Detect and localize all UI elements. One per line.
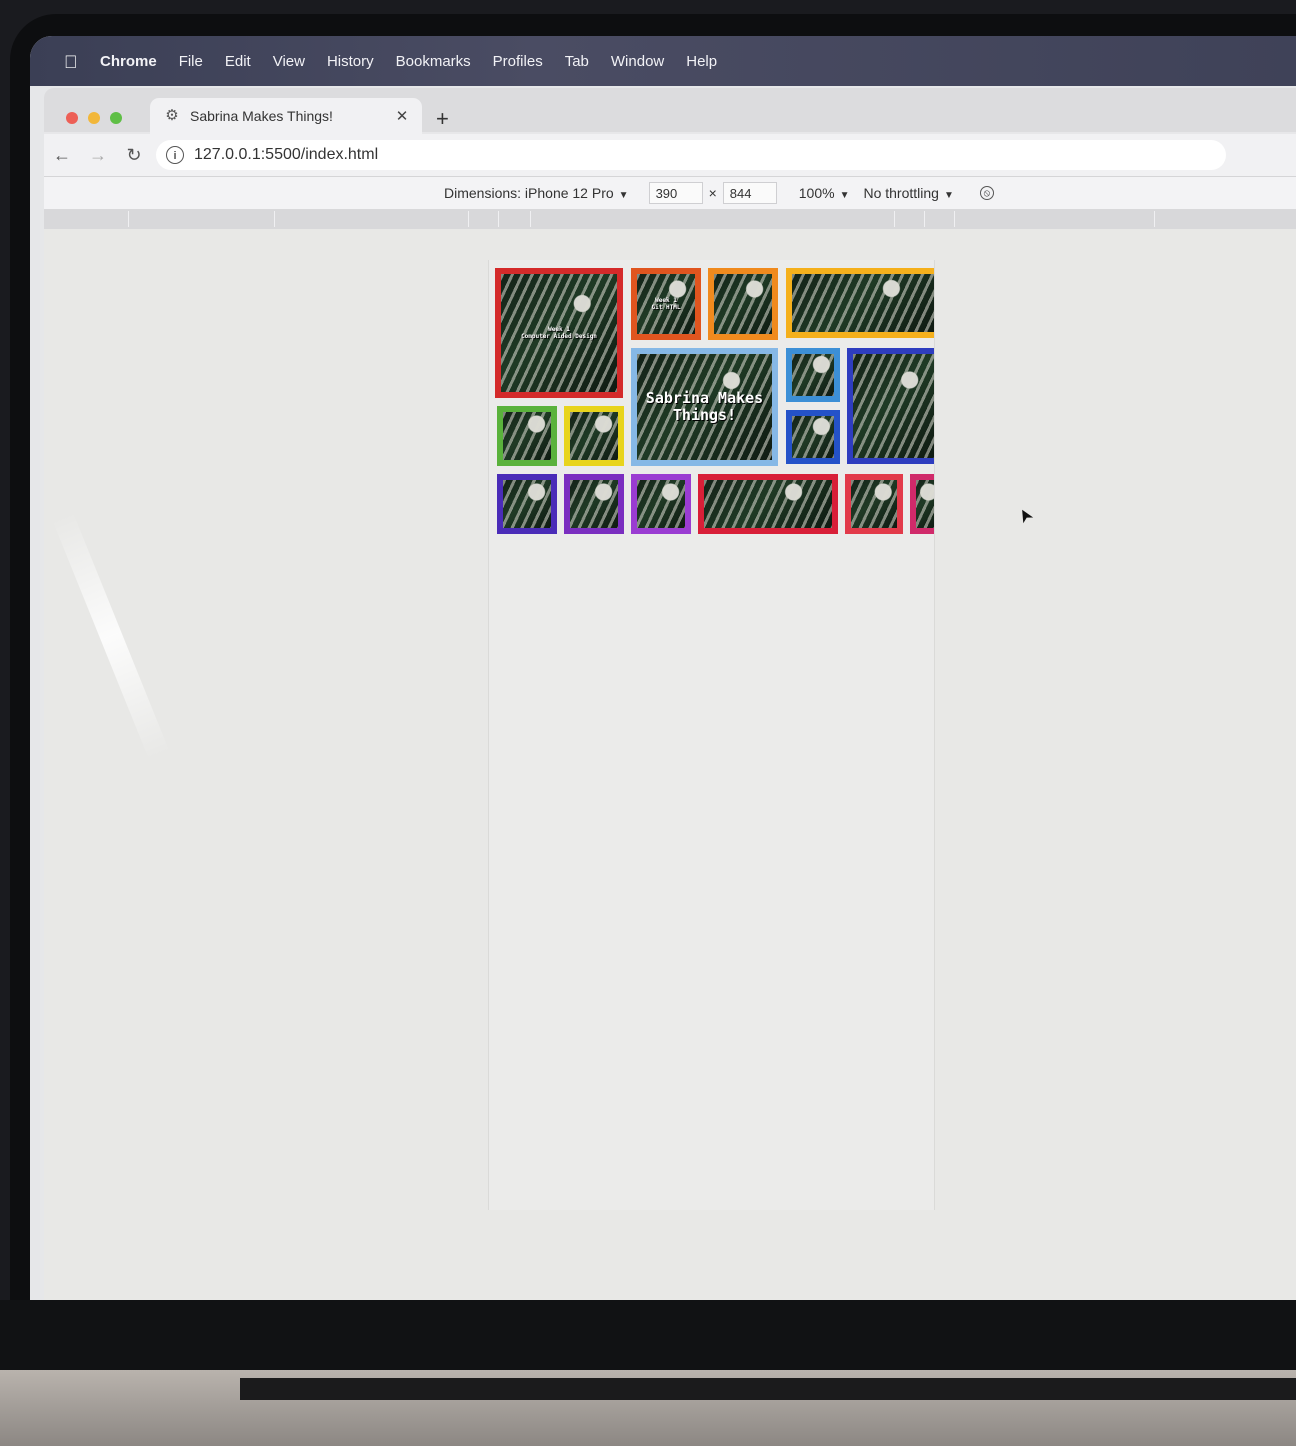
- url-text: 127.0.0.1:5500/index.html: [194, 146, 379, 163]
- screen:  Chrome File Edit View History Bookmark…: [30, 36, 1296, 1306]
- tile-label: Week 1 Git HTML: [651, 297, 681, 311]
- menu-window[interactable]: Window: [611, 53, 664, 70]
- device-viewport-area: Week 1 Computer Aided Design Week 1 Git …: [44, 229, 1296, 1306]
- zoom-select[interactable]: 100% ▼: [799, 185, 850, 201]
- site-title: Sabrina Makes Things!: [645, 389, 764, 424]
- menu-help[interactable]: Help: [686, 53, 717, 70]
- project-tile[interactable]: [698, 474, 838, 534]
- media-query-bar[interactable]: [44, 209, 1296, 229]
- media-query-segment[interactable]: [274, 211, 275, 227]
- project-tile[interactable]: [708, 268, 778, 340]
- project-tile[interactable]: [564, 406, 624, 466]
- caret-down-icon: ▼: [618, 190, 629, 201]
- browser-window: ⚙ Sabrina Makes Things! ✕ + ← → ↻ i 127.…: [44, 88, 1296, 1306]
- media-query-segment[interactable]: [530, 211, 531, 227]
- media-query-segment[interactable]: [1154, 211, 1155, 227]
- tab-title: Sabrina Makes Things!: [190, 108, 333, 124]
- apple-icon[interactable]: : [64, 52, 82, 72]
- caret-down-icon: ▼: [943, 190, 954, 201]
- forward-button[interactable]: →: [80, 145, 116, 166]
- project-tile[interactable]: [497, 474, 557, 534]
- emulated-device-page: Week 1 Computer Aided Design Week 1 Git …: [488, 260, 935, 1210]
- minimize-window-button[interactable]: [88, 112, 100, 124]
- project-tile[interactable]: Week 1 Git HTML: [631, 268, 701, 340]
- times-separator: ×: [708, 185, 717, 201]
- project-tile[interactable]: [910, 474, 934, 534]
- close-window-button[interactable]: [66, 112, 78, 124]
- media-query-segment[interactable]: [954, 211, 955, 227]
- media-query-segment[interactable]: [128, 211, 129, 227]
- close-tab-icon[interactable]: ✕: [392, 107, 412, 125]
- caret-down-icon: ▼: [839, 190, 850, 201]
- project-tile[interactable]: [786, 410, 840, 464]
- project-tile[interactable]: Week 1 Computer Aided Design: [495, 268, 623, 398]
- menu-chrome[interactable]: Chrome: [100, 53, 157, 70]
- project-tile[interactable]: [631, 474, 691, 534]
- menu-history[interactable]: History: [327, 53, 374, 70]
- tab-active[interactable]: ⚙ Sabrina Makes Things! ✕: [150, 98, 422, 134]
- project-tile[interactable]: [847, 348, 934, 464]
- project-tile[interactable]: [786, 268, 934, 338]
- media-query-segment[interactable]: [924, 211, 925, 227]
- tile-label: Week 1 Computer Aided Design: [521, 326, 597, 340]
- rotate-icon[interactable]: ⦸: [979, 186, 994, 200]
- project-tile[interactable]: [845, 474, 903, 534]
- project-tile[interactable]: [497, 406, 557, 466]
- project-tile[interactable]: [564, 474, 624, 534]
- menu-profiles[interactable]: Profiles: [493, 53, 543, 70]
- width-input[interactable]: 390: [648, 182, 703, 204]
- height-input[interactable]: 844: [722, 182, 777, 204]
- back-button[interactable]: ←: [44, 145, 80, 166]
- menu-tab[interactable]: Tab: [565, 53, 589, 70]
- media-query-segment[interactable]: [468, 211, 469, 227]
- info-icon[interactable]: i: [166, 146, 184, 164]
- laptop-hinge: [240, 1378, 1296, 1400]
- project-tile[interactable]: [786, 348, 840, 402]
- throttling-select[interactable]: No throttling ▼: [863, 185, 953, 201]
- gear-icon: ⚙: [165, 107, 179, 124]
- browser-toolbar: ← → ↻ i 127.0.0.1:5500/index.html: [44, 134, 1296, 176]
- project-tile-title[interactable]: Sabrina Makes Things!: [631, 348, 778, 466]
- zoom-window-button[interactable]: [110, 112, 122, 124]
- zoom-label: 100%: [798, 185, 835, 201]
- throttling-label: No throttling: [863, 185, 939, 201]
- menu-bookmarks[interactable]: Bookmarks: [396, 53, 471, 70]
- tab-strip: ⚙ Sabrina Makes Things! ✕ +: [44, 88, 1296, 134]
- menu-file[interactable]: File: [179, 53, 203, 70]
- media-query-segment[interactable]: [894, 211, 895, 227]
- dimensions-label: Dimensions: iPhone 12 Pro: [444, 185, 614, 201]
- media-query-segment[interactable]: [498, 211, 499, 227]
- menu-bar:  Chrome File Edit View History Bookmark…: [30, 36, 1296, 86]
- address-bar[interactable]: i 127.0.0.1:5500/index.html: [156, 140, 1226, 170]
- new-tab-button[interactable]: +: [436, 106, 449, 132]
- menu-edit[interactable]: Edit: [225, 53, 251, 70]
- reload-button[interactable]: ↻: [116, 145, 152, 166]
- device-toolbar: Dimensions: iPhone 12 Pro ▼ 390 × 844 100…: [44, 176, 1296, 209]
- dimensions-select[interactable]: Dimensions: iPhone 12 Pro ▼: [444, 185, 629, 201]
- menu-view[interactable]: View: [273, 53, 305, 70]
- laptop-chin: [0, 1300, 1296, 1380]
